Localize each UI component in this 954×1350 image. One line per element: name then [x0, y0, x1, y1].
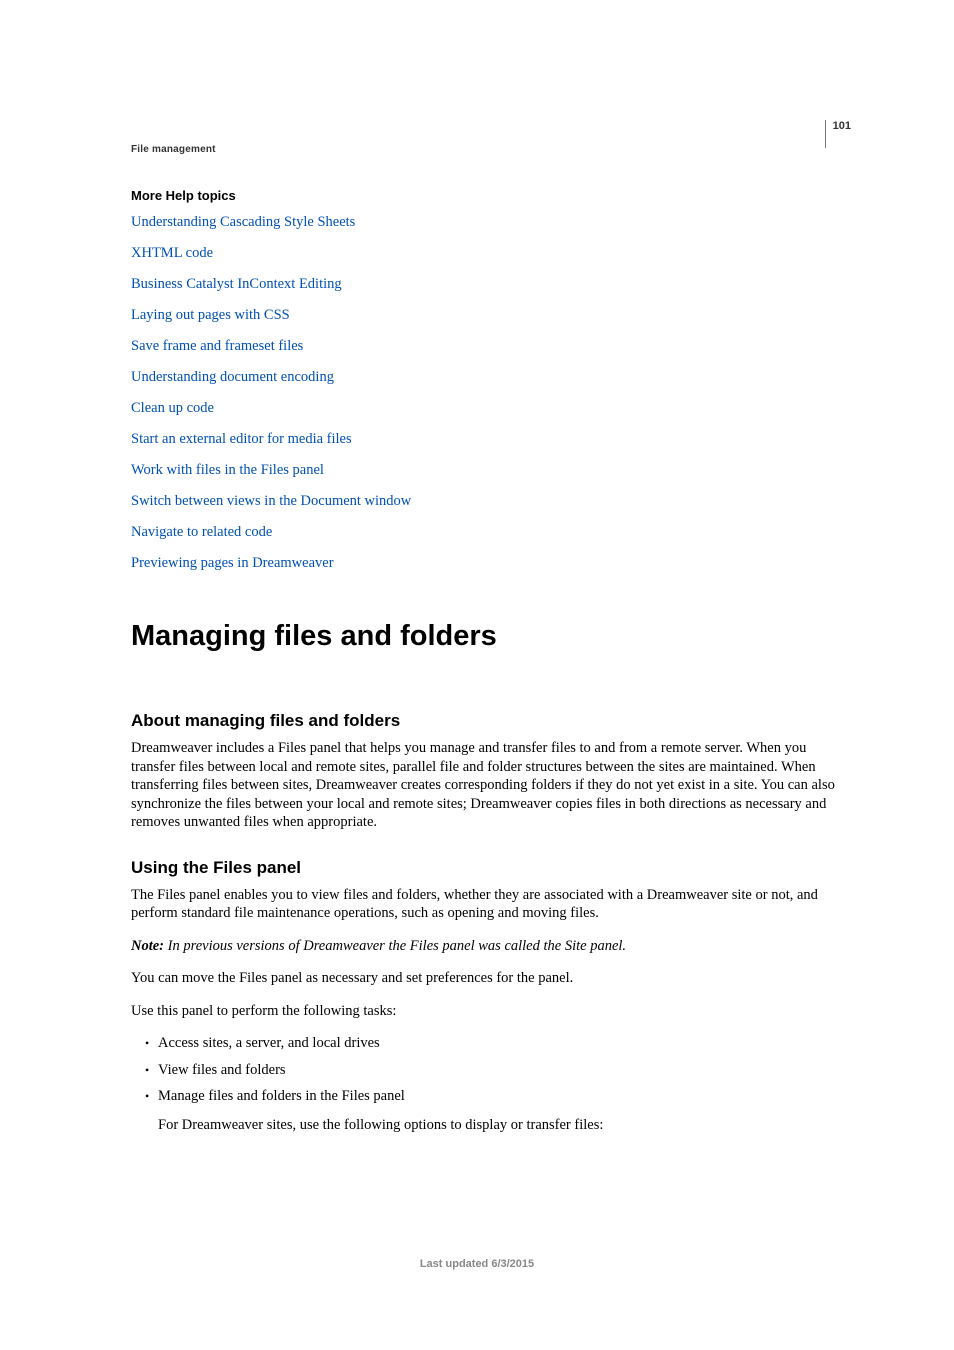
- document-page: 101 File management More Help topics Und…: [0, 0, 954, 1350]
- body-paragraph: The Files panel enables you to view file…: [131, 886, 851, 923]
- note-label: Note:: [131, 938, 164, 954]
- help-link[interactable]: Switch between views in the Document win…: [131, 493, 411, 509]
- body-paragraph: Use this panel to perform the following …: [131, 1002, 851, 1021]
- list-item-text: Manage files and folders in the Files pa…: [158, 1088, 405, 1104]
- help-link[interactable]: XHTML code: [131, 245, 213, 261]
- help-link[interactable]: Laying out pages with CSS: [131, 307, 290, 323]
- help-link[interactable]: Work with files in the Files panel: [131, 462, 324, 478]
- page-footer: Last updated 6/3/2015: [0, 1258, 954, 1270]
- section-heading: Using the Files panel: [131, 858, 851, 878]
- list-item-text: Access sites, a server, and local drives: [158, 1035, 380, 1051]
- help-link[interactable]: Clean up code: [131, 400, 214, 416]
- page-title: Managing files and folders: [131, 620, 851, 653]
- more-help-heading: More Help topics: [131, 188, 851, 203]
- note-paragraph: Note: In previous versions of Dreamweave…: [131, 937, 851, 956]
- body-paragraph: Dreamweaver includes a Files panel that …: [131, 739, 851, 832]
- help-link[interactable]: Previewing pages in Dreamweaver: [131, 555, 334, 571]
- list-item: View files and folders: [145, 1061, 851, 1080]
- page-number: 101: [825, 120, 851, 148]
- help-link[interactable]: Understanding Cascading Style Sheets: [131, 214, 355, 230]
- section-heading: About managing files and folders: [131, 711, 851, 731]
- bullet-list: Access sites, a server, and local drives…: [131, 1034, 851, 1134]
- help-link[interactable]: Understanding document encoding: [131, 369, 334, 385]
- list-item: Manage files and folders in the Files pa…: [145, 1087, 851, 1134]
- running-header: File management: [131, 144, 216, 155]
- help-links-list: Understanding Cascading Style Sheets XHT…: [131, 213, 851, 572]
- note-body: In previous versions of Dreamweaver the …: [164, 938, 626, 954]
- help-link[interactable]: Start an external editor for media files: [131, 431, 352, 447]
- help-link[interactable]: Save frame and frameset files: [131, 338, 303, 354]
- help-link[interactable]: Navigate to related code: [131, 524, 272, 540]
- body-paragraph: You can move the Files panel as necessar…: [131, 969, 851, 988]
- list-item: Access sites, a server, and local drives: [145, 1034, 851, 1053]
- list-item-sub-paragraph: For Dreamweaver sites, use the following…: [158, 1116, 851, 1135]
- list-item-text: View files and folders: [158, 1062, 286, 1078]
- help-link[interactable]: Business Catalyst InContext Editing: [131, 276, 342, 292]
- page-content: More Help topics Understanding Cascading…: [131, 188, 851, 1142]
